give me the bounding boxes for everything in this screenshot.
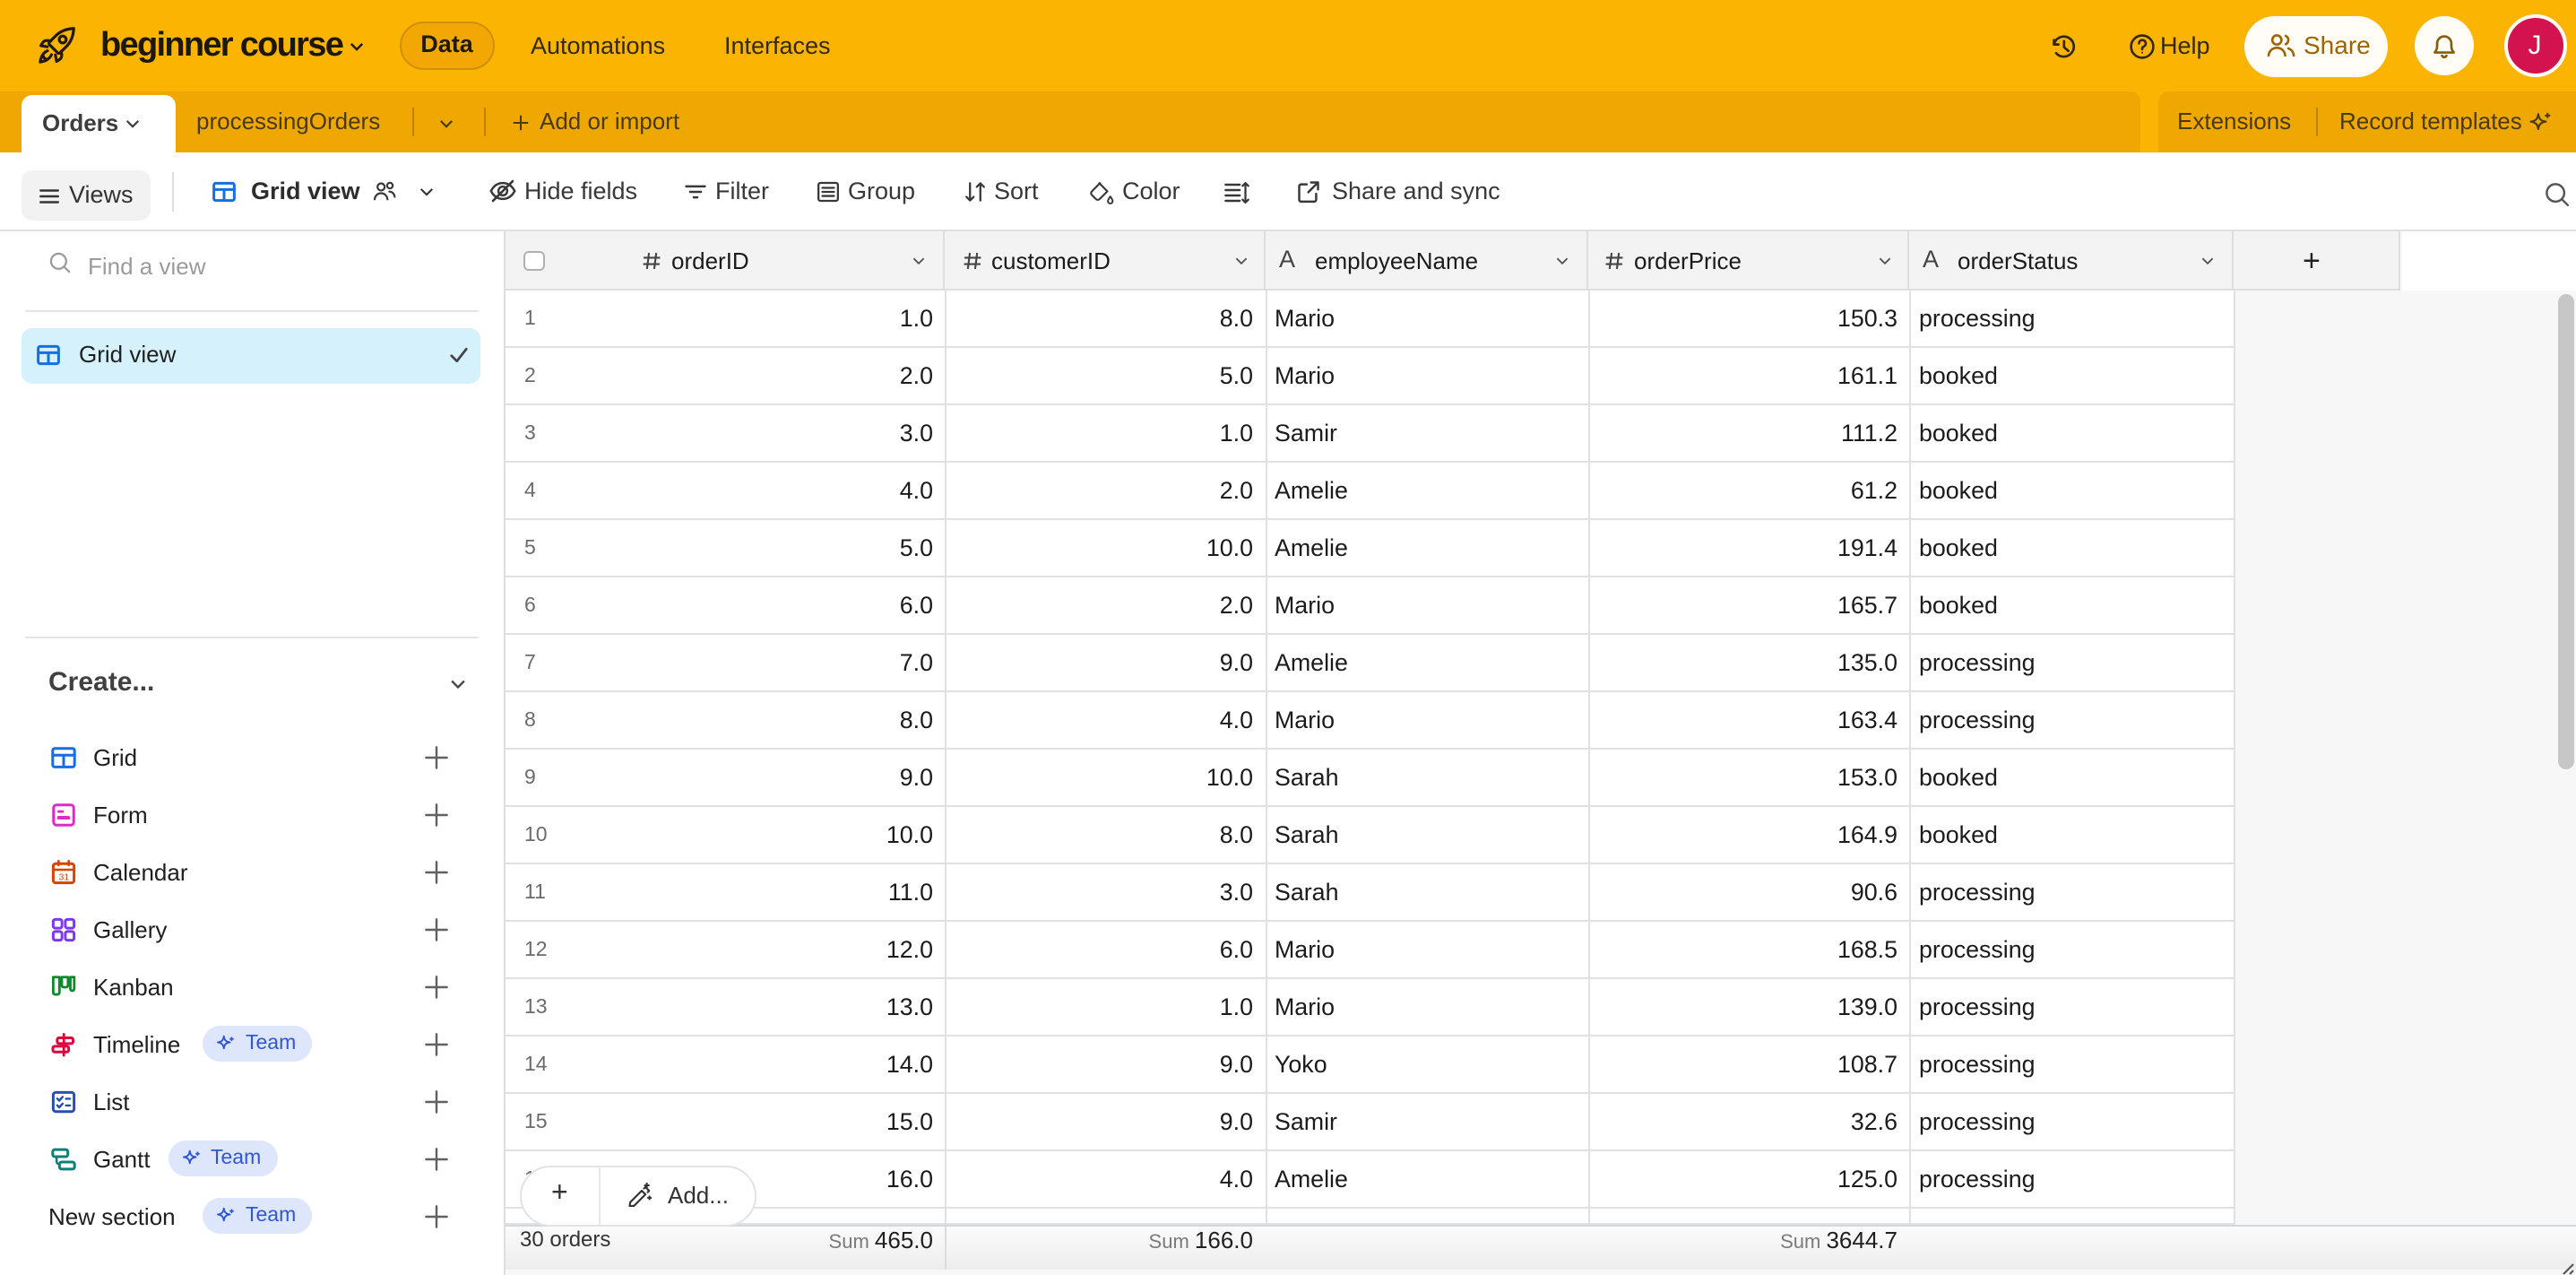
svg-text:31: 31: [59, 872, 70, 882]
